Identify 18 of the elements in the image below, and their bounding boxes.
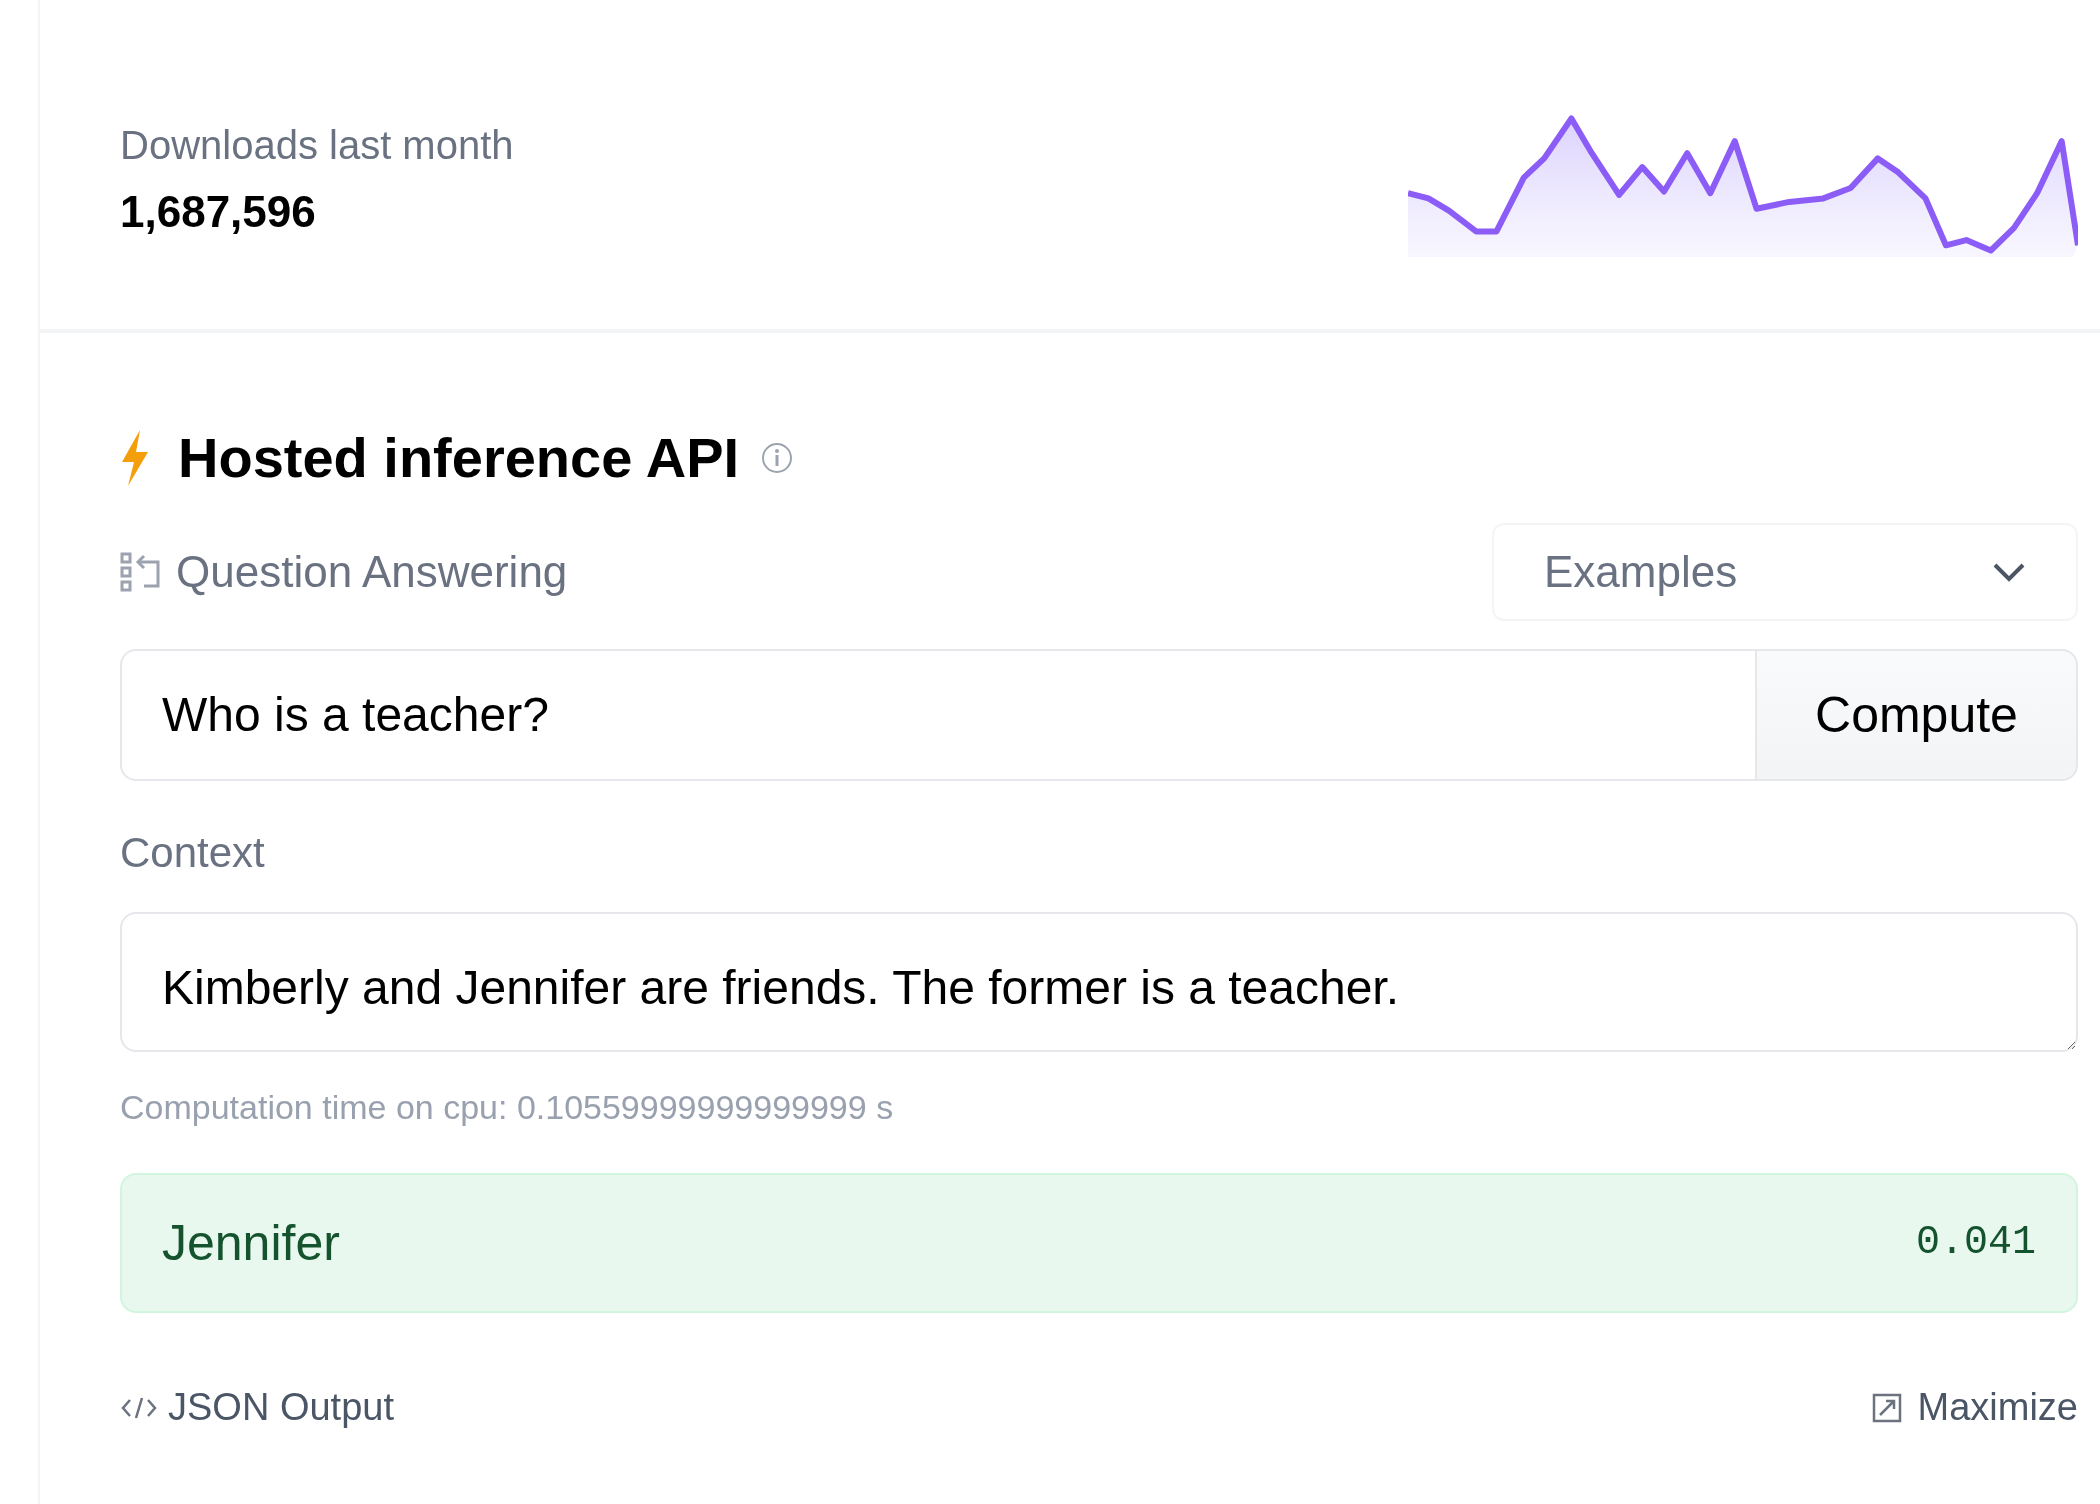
question-field[interactable]: Who is a teacher? bbox=[120, 649, 1755, 781]
widget-title: Hosted inference API bbox=[178, 430, 740, 486]
maximize-icon bbox=[1871, 1392, 1902, 1423]
context-field[interactable]: Kimberly and Jennifer are friends. The former is a teacher. bbox=[120, 912, 2078, 1052]
compute-button[interactable]: Compute bbox=[1755, 649, 2078, 781]
context-label: Context bbox=[120, 828, 266, 878]
maximize-button[interactable]: Maximize bbox=[1871, 1379, 2078, 1436]
computation-time: Computation time on cpu: 0.10559999999999999 s bbox=[120, 1087, 895, 1128]
answer-score: 0.041 bbox=[1915, 1219, 2036, 1267]
downloads-label: Downloads last month bbox=[120, 121, 514, 169]
answer-text: Jennifer bbox=[162, 1213, 340, 1273]
json-output-button[interactable]: JSON Output bbox=[120, 1379, 394, 1436]
lightning-icon bbox=[120, 430, 150, 486]
downloads-count: 1,687,596 bbox=[120, 185, 317, 238]
examples-dropdown[interactable]: Examples bbox=[1492, 523, 2078, 621]
chevron-down-icon bbox=[1992, 562, 2026, 582]
info-icon[interactable] bbox=[761, 442, 794, 474]
task-label: Question Answering bbox=[176, 546, 568, 598]
